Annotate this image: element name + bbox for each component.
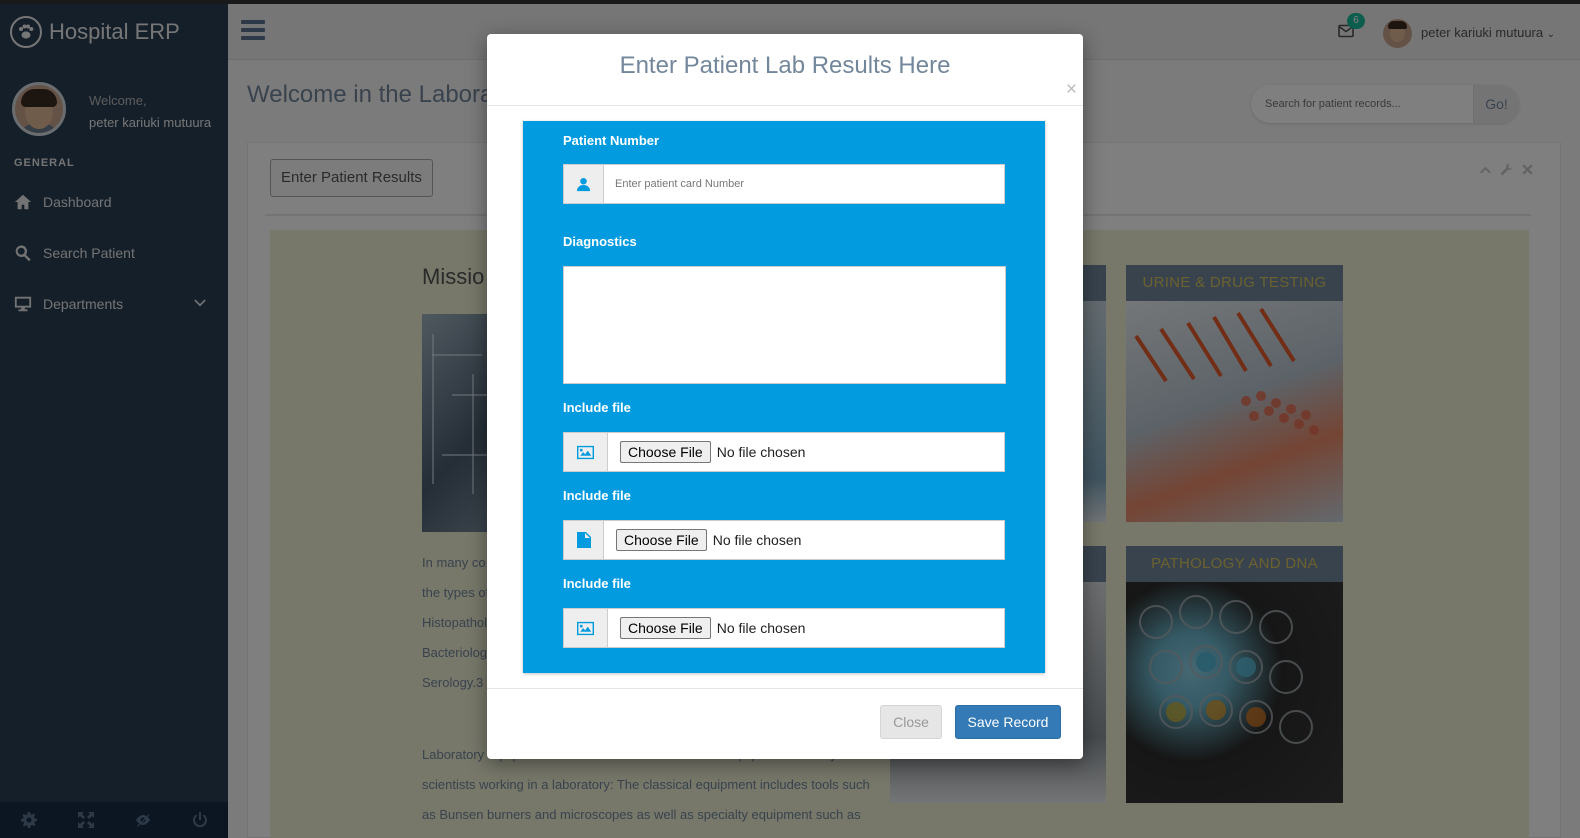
file-picker-2: Choose File No file chosen xyxy=(604,521,1004,559)
lab-results-modal: Enter Patient Lab Results Here × Patient… xyxy=(487,34,1083,759)
diagnostics-textarea[interactable] xyxy=(563,266,1006,384)
choose-file-button[interactable]: Choose File xyxy=(616,529,707,551)
close-icon[interactable]: × xyxy=(1066,80,1077,99)
user-icon xyxy=(564,165,604,203)
include-file-label-1: Include file xyxy=(563,400,631,415)
patient-number-input[interactable] xyxy=(604,165,1004,203)
file-input-group-1: Choose File No file chosen xyxy=(563,432,1005,472)
save-record-button[interactable]: Save Record xyxy=(955,705,1061,739)
image-icon xyxy=(564,609,608,647)
modal-header: Enter Patient Lab Results Here × xyxy=(487,34,1083,106)
include-file-label-3: Include file xyxy=(563,576,631,591)
file-status: No file chosen xyxy=(712,532,802,548)
file-status: No file chosen xyxy=(716,620,806,636)
file-icon xyxy=(564,521,604,559)
file-status: No file chosen xyxy=(716,444,806,460)
modal-title: Enter Patient Lab Results Here xyxy=(619,52,951,79)
choose-file-button[interactable]: Choose File xyxy=(620,441,711,463)
choose-file-button[interactable]: Choose File xyxy=(620,617,711,639)
patient-number-label: Patient Number xyxy=(563,133,660,148)
lab-results-form: Patient Number Diagnostics Include file … xyxy=(523,121,1045,673)
close-button[interactable]: Close xyxy=(880,705,942,739)
patient-number-group xyxy=(563,164,1005,204)
diagnostics-label: Diagnostics xyxy=(563,234,637,249)
include-file-label-2: Include file xyxy=(563,488,631,503)
file-input-group-2: Choose File No file chosen xyxy=(563,520,1005,560)
file-picker-1: Choose File No file chosen xyxy=(608,433,1004,471)
app-root: Hospital ERP Welcome, peter kariuki mutu… xyxy=(0,0,1580,838)
file-input-group-3: Choose File No file chosen xyxy=(563,608,1005,648)
file-picker-3: Choose File No file chosen xyxy=(608,609,1004,647)
modal-footer: Close Save Record xyxy=(487,688,1083,759)
image-icon xyxy=(564,433,608,471)
